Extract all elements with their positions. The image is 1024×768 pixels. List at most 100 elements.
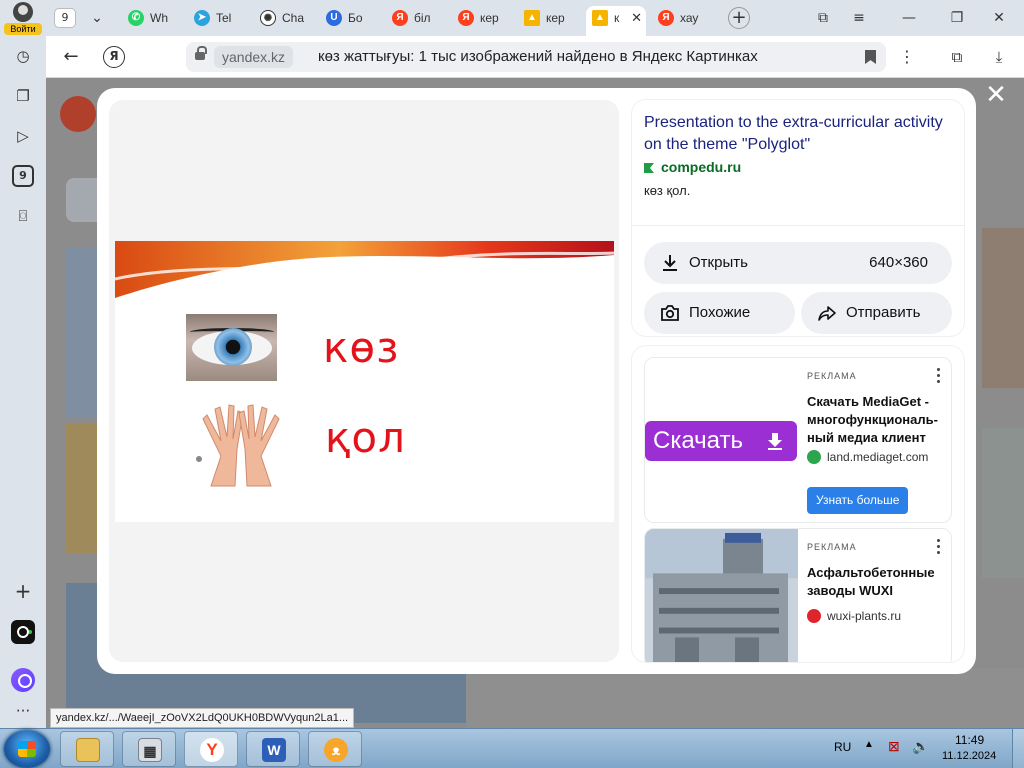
bookmarks-panel-icon[interactable]: ⧉ [810, 6, 836, 30]
collections-icon[interactable]: ❐ [12, 85, 34, 107]
play-icon[interactable]: ▷ [12, 125, 34, 147]
tab-label: біл [414, 11, 431, 25]
address-query: көз жаттығуы: 1 тыс изображений найдено … [318, 48, 758, 65]
close-viewer-icon[interactable]: ✕ [984, 82, 1008, 108]
download-icon [663, 255, 677, 271]
image-viewer-modal: көз қол Presentation to the extra-curric… [97, 88, 976, 674]
yandex-icon: Я [458, 9, 474, 26]
network-error-icon[interactable]: ⊠ [888, 738, 900, 755]
ad-card-mediaget[interactable]: Скачать РЕКЛАМА Скачать MediaGet - много… [644, 357, 952, 523]
tab-active-images[interactable]: ▲ к ✕ [586, 6, 646, 36]
ad-menu-icon[interactable] [937, 368, 941, 384]
ad-headline[interactable]: Асфальтобетонные заводы WUXI [807, 564, 947, 600]
extensions-icon[interactable]: ⧉ [944, 44, 970, 70]
tab-khau[interactable]: Яхау [658, 6, 710, 30]
ad-card-wuxi[interactable]: РЕКЛАМА Асфальтобетонные заводы WUXI wux… [644, 528, 952, 662]
similar-images-button[interactable]: Похожие [644, 292, 795, 334]
tab-chatgpt[interactable]: ✺ Cha [260, 6, 310, 30]
clock-time[interactable]: 11:49 [955, 733, 984, 747]
taskbar-yandex-browser[interactable]: Y [184, 731, 238, 767]
back-icon[interactable]: ← [58, 44, 84, 70]
share-arrow-icon [818, 306, 836, 321]
user-menu-icon[interactable]: ≡ [846, 6, 872, 30]
add-panel-icon[interactable]: + [12, 580, 34, 602]
result-thumbnail [982, 428, 1024, 578]
slide-image: көз қол [115, 241, 614, 522]
taskbar-word[interactable]: W [246, 731, 300, 767]
taskbar-scratch[interactable]: ᴥ [308, 731, 362, 767]
alice-assistant-icon[interactable] [11, 668, 35, 692]
ad-headline[interactable]: Скачать MediaGet - многофункциональ-ный … [807, 393, 947, 447]
show-hidden-icons-icon[interactable]: ▲ [864, 739, 874, 750]
restore-icon[interactable]: ❐ [944, 6, 970, 30]
more-icon[interactable]: ··· [12, 700, 34, 722]
close-tab-icon[interactable]: ✕ [631, 6, 642, 30]
open-image-button[interactable]: Открыть 640×360 [644, 242, 952, 284]
taskbar-explorer[interactable] [60, 731, 114, 767]
source-page-title[interactable]: Presentation to the extra-curricular act… [644, 112, 949, 156]
ad-menu-icon[interactable] [937, 539, 941, 555]
mediaget-favicon-icon [807, 450, 821, 464]
hands-picture [196, 404, 280, 487]
yandex-home-icon[interactable]: Я [103, 46, 125, 68]
tab-label: Wh [150, 11, 168, 25]
taskbar-calculator[interactable]: ▦ [122, 731, 176, 767]
share-button[interactable]: Отправить [801, 292, 952, 334]
status-bar-url: yandex.kz/.../WaeejI_zOoVX2LdQ0UKH0BDWVy… [50, 708, 355, 728]
tab-telegram[interactable]: ➤ Tel [194, 6, 244, 30]
eye-picture [186, 314, 277, 381]
tabs-dropdown-icon[interactable]: ⌄ [84, 6, 110, 30]
image-info-card: Presentation to the extra-curricular act… [632, 100, 964, 336]
image-preview[interactable]: көз қол [109, 100, 619, 662]
tab-count-button[interactable]: 9 [54, 8, 76, 28]
clock-date[interactable]: 11.12.2024 [942, 750, 996, 762]
open-label: Открыть [689, 254, 748, 271]
ad-host[interactable]: wuxi-plants.ru [807, 609, 901, 623]
close-window-icon[interactable]: ✕ [986, 6, 1012, 30]
tab-bo[interactable]: U Бо [326, 6, 376, 30]
ad-banner-download: Скачать [645, 421, 797, 461]
source-site-link[interactable]: compedu.ru [644, 159, 741, 175]
ad-tag: РЕКЛАМА [807, 371, 857, 381]
tab-bil[interactable]: Ябіл [392, 6, 442, 30]
download-icon[interactable]: ⤓ [986, 44, 1012, 70]
source-site-label: compedu.ru [661, 159, 742, 175]
telegram-icon: ➤ [194, 9, 210, 26]
images-icon: ▲ [524, 9, 540, 26]
blue-u-icon: U [326, 9, 342, 26]
history-icon[interactable]: ◷ [12, 45, 34, 67]
language-indicator[interactable]: RU [834, 740, 851, 754]
calculator-icon: ▦ [138, 738, 162, 762]
tab-whatsapp[interactable]: ✆ Wh [128, 6, 178, 30]
result-thumbnail [982, 228, 1024, 388]
ads-panel: Скачать РЕКЛАМА Скачать MediaGet - много… [632, 346, 964, 662]
minimize-icon[interactable]: — [896, 6, 922, 30]
download-arrow-icon [768, 433, 782, 450]
screenshot-icon[interactable]: ⌼ [12, 205, 34, 227]
result-thumbnail [466, 668, 1024, 728]
tab-count-icon[interactable]: 9 [12, 165, 34, 187]
ad-host[interactable]: land.mediaget.com [807, 450, 928, 464]
tab-ker-images[interactable]: ▲ кер [524, 6, 574, 30]
menu-dots-icon[interactable]: ⋮ [894, 44, 920, 70]
camera-search-icon [661, 305, 679, 321]
address-bar[interactable]: yandex.kz көз жаттығуы: 1 тыс изображени… [186, 42, 886, 72]
ad-learn-more-button[interactable]: Узнать больше [807, 487, 909, 514]
yandex-logo-icon [60, 96, 96, 132]
ad-tag: РЕКЛАМА [807, 542, 857, 552]
show-desktop-button[interactable] [1012, 729, 1024, 768]
slide-swoosh-decoration [115, 241, 614, 298]
camera-app-icon[interactable] [11, 620, 35, 644]
yandex-icon: Я [658, 9, 674, 26]
new-tab-icon[interactable]: + [728, 7, 750, 29]
tab-label: Tel [216, 11, 232, 25]
start-button[interactable] [4, 730, 50, 768]
tab-ker[interactable]: Якер [458, 6, 508, 30]
login-button[interactable]: Войти [4, 2, 42, 35]
site-favicon-icon [644, 163, 654, 173]
bookmark-icon[interactable] [865, 50, 876, 64]
images-icon: ▲ [592, 9, 608, 26]
volume-icon[interactable]: 🔈 [912, 738, 929, 755]
ad-image: Скачать [645, 358, 798, 522]
tab-label: Cha [282, 11, 305, 25]
